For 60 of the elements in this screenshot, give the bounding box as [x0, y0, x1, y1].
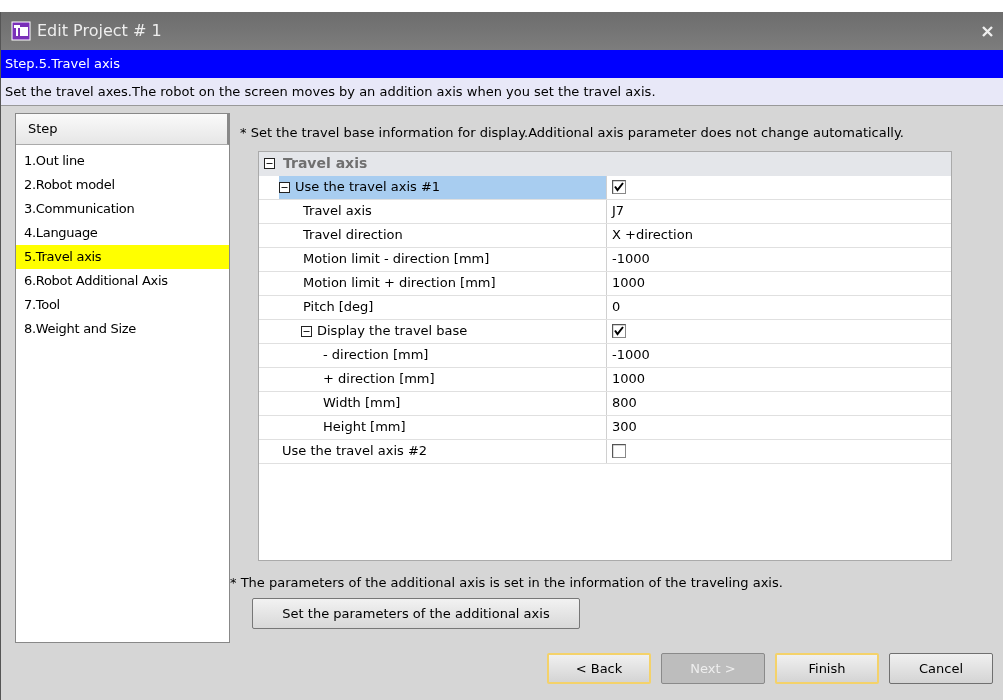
property-label: Use the travel axis #1	[295, 178, 441, 197]
property-row[interactable]: Pitch [deg]	[279, 295, 607, 319]
property-row[interactable]: - direction [mm]	[279, 343, 607, 367]
collapse-icon[interactable]	[301, 325, 312, 337]
window-title: Edit Project # 1	[37, 20, 163, 42]
wizard-button[interactable]: Finish	[775, 653, 879, 684]
property-label: Width [mm]	[323, 394, 401, 413]
property-label: - direction [mm]	[323, 346, 429, 365]
step-description: Set the travel axes.The robot on the screen moves by an addition axis when you set the travel axis.	[1, 77, 1003, 106]
property-value[interactable]: 0	[612, 297, 621, 317]
checkbox[interactable]	[612, 324, 626, 338]
step-item[interactable]: 6.Robot Additional Axis	[16, 268, 229, 293]
property-label: Motion limit - direction [mm]	[303, 250, 490, 269]
checkbox[interactable]	[612, 180, 626, 194]
property-label: + direction [mm]	[323, 370, 435, 389]
note-text: * Set the travel base information for display.Additional axis parameter does not change automatically.	[240, 124, 905, 142]
property-row[interactable]: Travel direction	[279, 223, 607, 247]
property-row[interactable]: + direction [mm]	[279, 367, 607, 391]
wizard-button[interactable]: Cancel	[889, 653, 993, 684]
property-value[interactable]: 1000	[612, 273, 646, 293]
column-header: Step	[16, 114, 229, 145]
property-row[interactable]: Width [mm]	[279, 391, 607, 415]
property-label: Display the travel base	[317, 322, 468, 341]
category-label: Travel axis	[283, 154, 368, 173]
property-value[interactable]: 1000	[612, 369, 646, 389]
property-value[interactable]: -1000	[612, 249, 650, 269]
app-icon	[11, 21, 31, 41]
footnote-text: * The parameters of the additional axis is set in the information of the traveling axis.	[230, 573, 784, 592]
collapse-icon[interactable]	[263, 158, 275, 169]
property-value[interactable]: -1000	[612, 345, 650, 365]
checkbox[interactable]	[612, 444, 626, 458]
property-row[interactable]: Motion limit - direction [mm]	[279, 247, 607, 271]
step-item[interactable]: 4.Language	[16, 220, 229, 245]
property-row[interactable]: Use the travel axis #1	[279, 175, 607, 199]
step-item[interactable]: 2.Robot model	[16, 172, 229, 197]
step-item[interactable]: 8.Weight and Size	[16, 316, 229, 341]
step-header: Step.5.Travel axis	[1, 50, 1003, 78]
collapse-icon[interactable]	[279, 181, 290, 193]
step-item[interactable]: 3.Communication	[16, 196, 229, 221]
property-label: Travel direction	[303, 226, 403, 245]
property-value[interactable]: 800	[612, 393, 637, 413]
property-label: Motion limit + direction [mm]	[303, 274, 496, 293]
step-item[interactable]: 1.Out line	[16, 148, 229, 173]
property-value[interactable]: J7	[612, 201, 625, 221]
property-value[interactable]: 300	[612, 417, 637, 437]
property-label: Height [mm]	[323, 418, 406, 437]
step-item[interactable]: 7.Tool	[16, 292, 229, 317]
property-row[interactable]: Motion limit + direction [mm]	[279, 271, 607, 295]
property-label: Use the travel axis #2	[282, 442, 428, 461]
property-row[interactable]: Travel axis	[279, 199, 607, 223]
property-value[interactable]: X +direction	[612, 225, 693, 245]
property-label: Pitch [deg]	[303, 298, 374, 317]
property-row[interactable]: Display the travel base	[279, 319, 607, 343]
step-item[interactable]: 5.Travel axis	[16, 244, 229, 269]
wizard-button[interactable]: < Back	[547, 653, 651, 684]
property-row[interactable]: Height [mm]	[279, 415, 607, 439]
property-label: Travel axis	[303, 202, 372, 221]
close-icon[interactable]	[982, 25, 993, 37]
set-parameters-button[interactable]: Set the parameters of the additional axis	[252, 598, 580, 629]
property-row[interactable]: Use the travel axis #2	[279, 439, 607, 463]
